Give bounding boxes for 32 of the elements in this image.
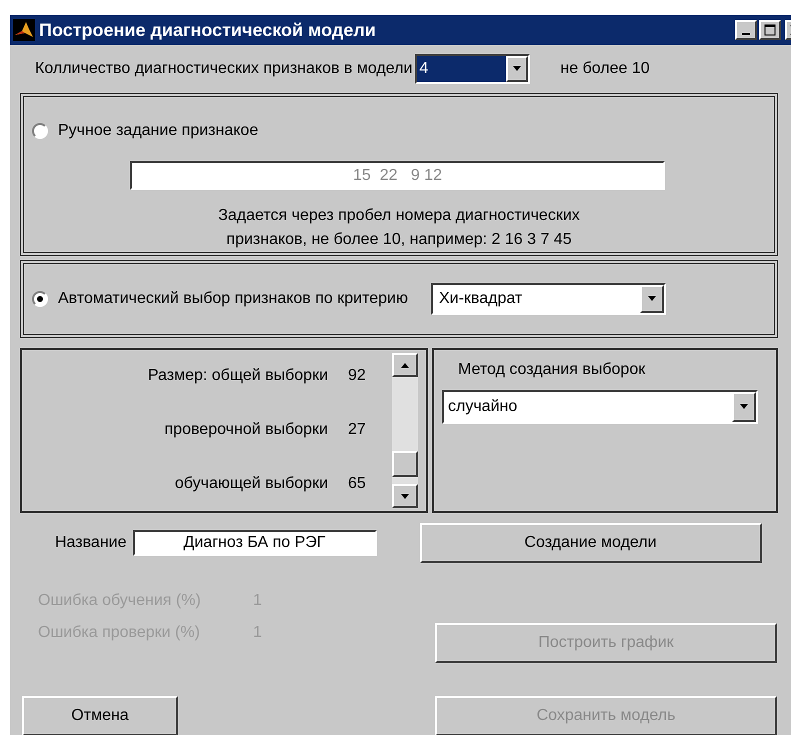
app-logo-icon bbox=[13, 19, 35, 41]
minimize-button[interactable] bbox=[735, 20, 757, 40]
sample-size-value: 27 bbox=[347, 420, 367, 440]
radio-label: Ручное задание признакое bbox=[58, 121, 258, 141]
sample-size-label: обучающей выборки bbox=[174, 474, 328, 494]
hint-text: Задается через пробел номера диагностических bbox=[217, 206, 581, 226]
sample-size-label: Размер: общей выборки bbox=[148, 366, 328, 386]
feature-count-label: Колличество диагностических признаков в модели bbox=[35, 59, 412, 79]
scrollbar[interactable] bbox=[392, 353, 418, 508]
maximize-button[interactable] bbox=[759, 20, 781, 40]
name-field[interactable]: Диагноз БА по РЭГ bbox=[132, 530, 376, 556]
name-label: Название bbox=[55, 533, 126, 553]
criterion-dropdown[interactable]: Хи-квадрат bbox=[430, 283, 666, 315]
limit-note: не более 10 bbox=[560, 59, 650, 79]
up-arrow-icon bbox=[401, 362, 409, 368]
radio-button[interactable] bbox=[32, 123, 48, 139]
sample-size-label: проверочной выборки bbox=[164, 420, 328, 440]
sample-size-value: 92 bbox=[347, 366, 367, 386]
scrollbar-thumb[interactable] bbox=[392, 451, 418, 477]
radio-button[interactable] bbox=[32, 291, 48, 307]
sampling-method-label: Метод создания выборок bbox=[458, 360, 646, 380]
action-button[interactable]: Отмена bbox=[22, 696, 178, 735]
maximize-icon bbox=[764, 24, 776, 36]
feature-count-dropdown[interactable]: 4 bbox=[415, 54, 530, 84]
action-button[interactable]: Создание модели bbox=[420, 523, 762, 563]
down-arrow-icon bbox=[401, 494, 409, 498]
hint-text: признаков, не более 10, например: 2 16 3 7 45 bbox=[225, 230, 573, 250]
sampling-method-dropdown[interactable]: случайно bbox=[442, 390, 758, 424]
radio-label: Автоматический выбор признаков по критерию bbox=[58, 289, 408, 309]
sample-size-value: 65 bbox=[347, 474, 367, 494]
minimize-icon bbox=[742, 33, 750, 35]
window-title: Построение диагностической модели bbox=[39, 18, 376, 42]
